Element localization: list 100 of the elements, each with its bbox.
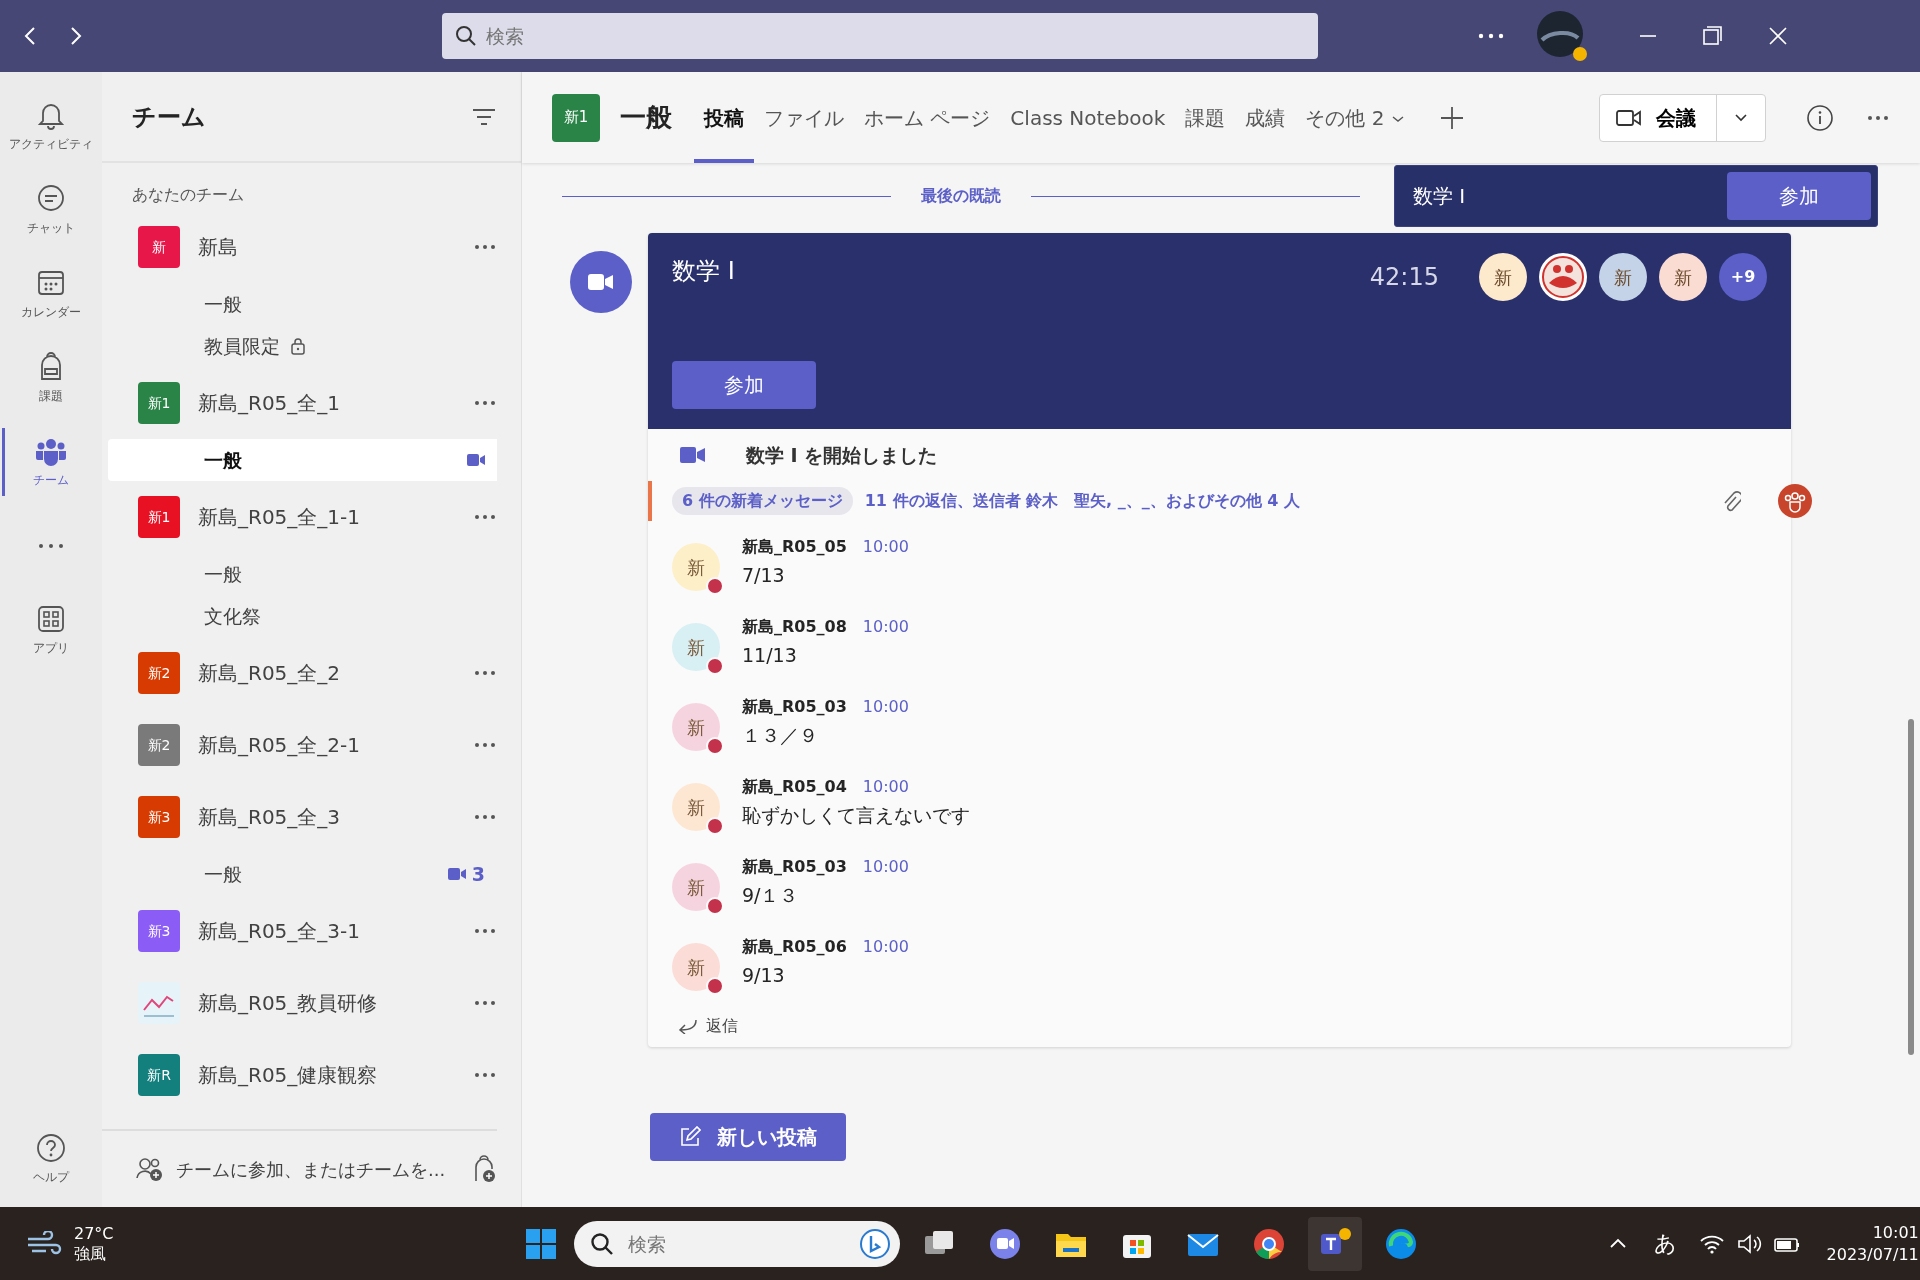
message-time: 10:00 [862,536,909,558]
tab[interactable]: 投稿 [694,72,754,163]
chart-icon [138,982,180,1024]
people-add-icon [136,1156,164,1182]
team-badge: 新2 [138,652,180,694]
tab[interactable]: その他 2 [1295,72,1415,163]
video-icon [447,866,466,882]
status-dot [706,897,724,915]
message-time: 10:00 [862,856,909,878]
team-name[interactable]: 新島_R05_全_3-1 [198,916,360,946]
paperclip-icon[interactable] [1721,489,1741,513]
team-badge: 新 [138,226,180,268]
more-icon[interactable] [473,1071,497,1079]
more-icon[interactable] [473,669,497,677]
weather-icon[interactable] [26,1230,62,1257]
channel-item[interactable]: 文化祭 [108,595,497,637]
more-icon[interactable] [473,243,497,251]
reply-button[interactable]: 返信 [670,1013,744,1039]
more-icon[interactable] [473,999,497,1007]
channel-title: 一般 [620,101,672,134]
more-icon[interactable] [1866,113,1890,122]
message-text: 9/13 [742,963,785,988]
message-time: 10:00 [862,616,909,638]
team-name[interactable]: 新島 [198,232,238,262]
join-button[interactable]: 参加 [672,361,816,409]
taskbar-search-field[interactable]: 検索 [573,1220,900,1267]
user-avatar: 新 [672,623,720,671]
help-icon [35,1132,67,1164]
search-field[interactable]: 検索 [442,13,1318,59]
channel-item[interactable]: 一般 3 [108,853,497,895]
rail-item[interactable]: アプリ [0,588,102,672]
message-text: 7/13 [742,563,785,588]
more-icon[interactable] [473,813,497,821]
team-badge: 新1 [552,93,600,142]
team-badge: 新1 [138,382,180,424]
more-icon[interactable] [473,399,497,407]
more-icon[interactable] [1476,31,1506,41]
rail-item[interactable]: ヘルプ [0,1117,102,1201]
filter-icon[interactable] [471,106,497,127]
plus-icon[interactable] [1438,104,1465,131]
chevron-down-icon [1390,114,1405,124]
video-icon [467,452,485,468]
channel-item[interactable]: 教員限定 [108,325,497,367]
rail-item[interactable]: チーム [0,420,102,504]
tab[interactable]: ファイル [754,72,854,163]
user-avatar: 新 [672,703,720,751]
user-avatar: 新 [672,543,720,591]
team-badge: 新3 [138,910,180,952]
info-icon[interactable] [1806,103,1834,132]
user-avatar: 新 [672,943,720,991]
status-dot [706,977,724,995]
channel-item[interactable]: 一般 [108,439,497,481]
tab[interactable]: 成績 [1235,72,1296,163]
join-team-link[interactable]: チームに参加、またはチームを... [176,1155,446,1183]
join-button[interactable]: 参加 [1727,172,1871,220]
channel-item[interactable]: 一般 [108,283,497,325]
message-text: 9/１３ [742,883,799,908]
replies-summary[interactable]: 11 件の返信、送信者 鈴木 聖矢, _、_、およびその他 4 人 [864,489,1301,513]
team-name[interactable]: 新島_R05_全_2-1 [198,730,360,760]
more-icon[interactable] [473,927,497,935]
team-name[interactable]: 新島_R05_健康観察 [198,1060,378,1090]
author-name: 新島_R05_08 [742,616,847,638]
speaker-icon[interactable] [1736,1232,1763,1255]
video-icon [1616,107,1642,128]
author-name: 新島_R05_05 [742,536,847,558]
tab[interactable]: ホーム ページ [854,72,1001,163]
video-icon [680,445,706,465]
new-post-button[interactable]: 新しい投稿 [650,1113,846,1161]
status-dot [706,817,724,835]
rail-item[interactable]: カレンダー [0,252,102,336]
team-name[interactable]: 新島_R05_全_3 [198,802,341,832]
lock-icon [290,337,306,355]
participant-avatar: 新 [1599,253,1647,301]
participant-avatar: 新 [1479,253,1527,301]
tab[interactable]: 課題 [1175,72,1236,163]
teams-button[interactable] [1307,1216,1362,1271]
rail-item[interactable]: 課題 [0,336,102,420]
apps-icon [35,603,67,635]
people-icon[interactable] [1777,483,1813,519]
user-avatar: 新 [672,783,720,831]
more-icon[interactable] [473,513,497,521]
team-name[interactable]: 新島_R05_全_1-1 [198,502,360,532]
status-dot [706,657,724,675]
more-icon [38,543,64,549]
rail-item[interactable]: チャット [0,168,102,252]
section-label: あなたのチーム [132,184,244,206]
team-name[interactable]: 新島_R05_全_2 [198,658,341,688]
team-badge: 新2 [138,724,180,766]
avatar-icon[interactable] [1536,10,1588,62]
team-name[interactable]: 新島_R05_教員研修 [198,988,378,1018]
team-name[interactable]: 新島_R05_全_1 [198,388,341,418]
team-badge: 新3 [138,796,180,838]
message-text: 恥ずかしくて言えないです [742,803,970,828]
tab[interactable]: Class Notebook [1000,72,1176,163]
user-avatar: 新 [672,863,720,911]
ime-indicator[interactable]: あ [1653,1227,1677,1260]
more-icon[interactable] [473,741,497,749]
rail-item[interactable]: アクティビティ [0,84,102,168]
reply-arrow-icon [676,1018,698,1034]
channel-item[interactable]: 一般 [108,553,497,595]
